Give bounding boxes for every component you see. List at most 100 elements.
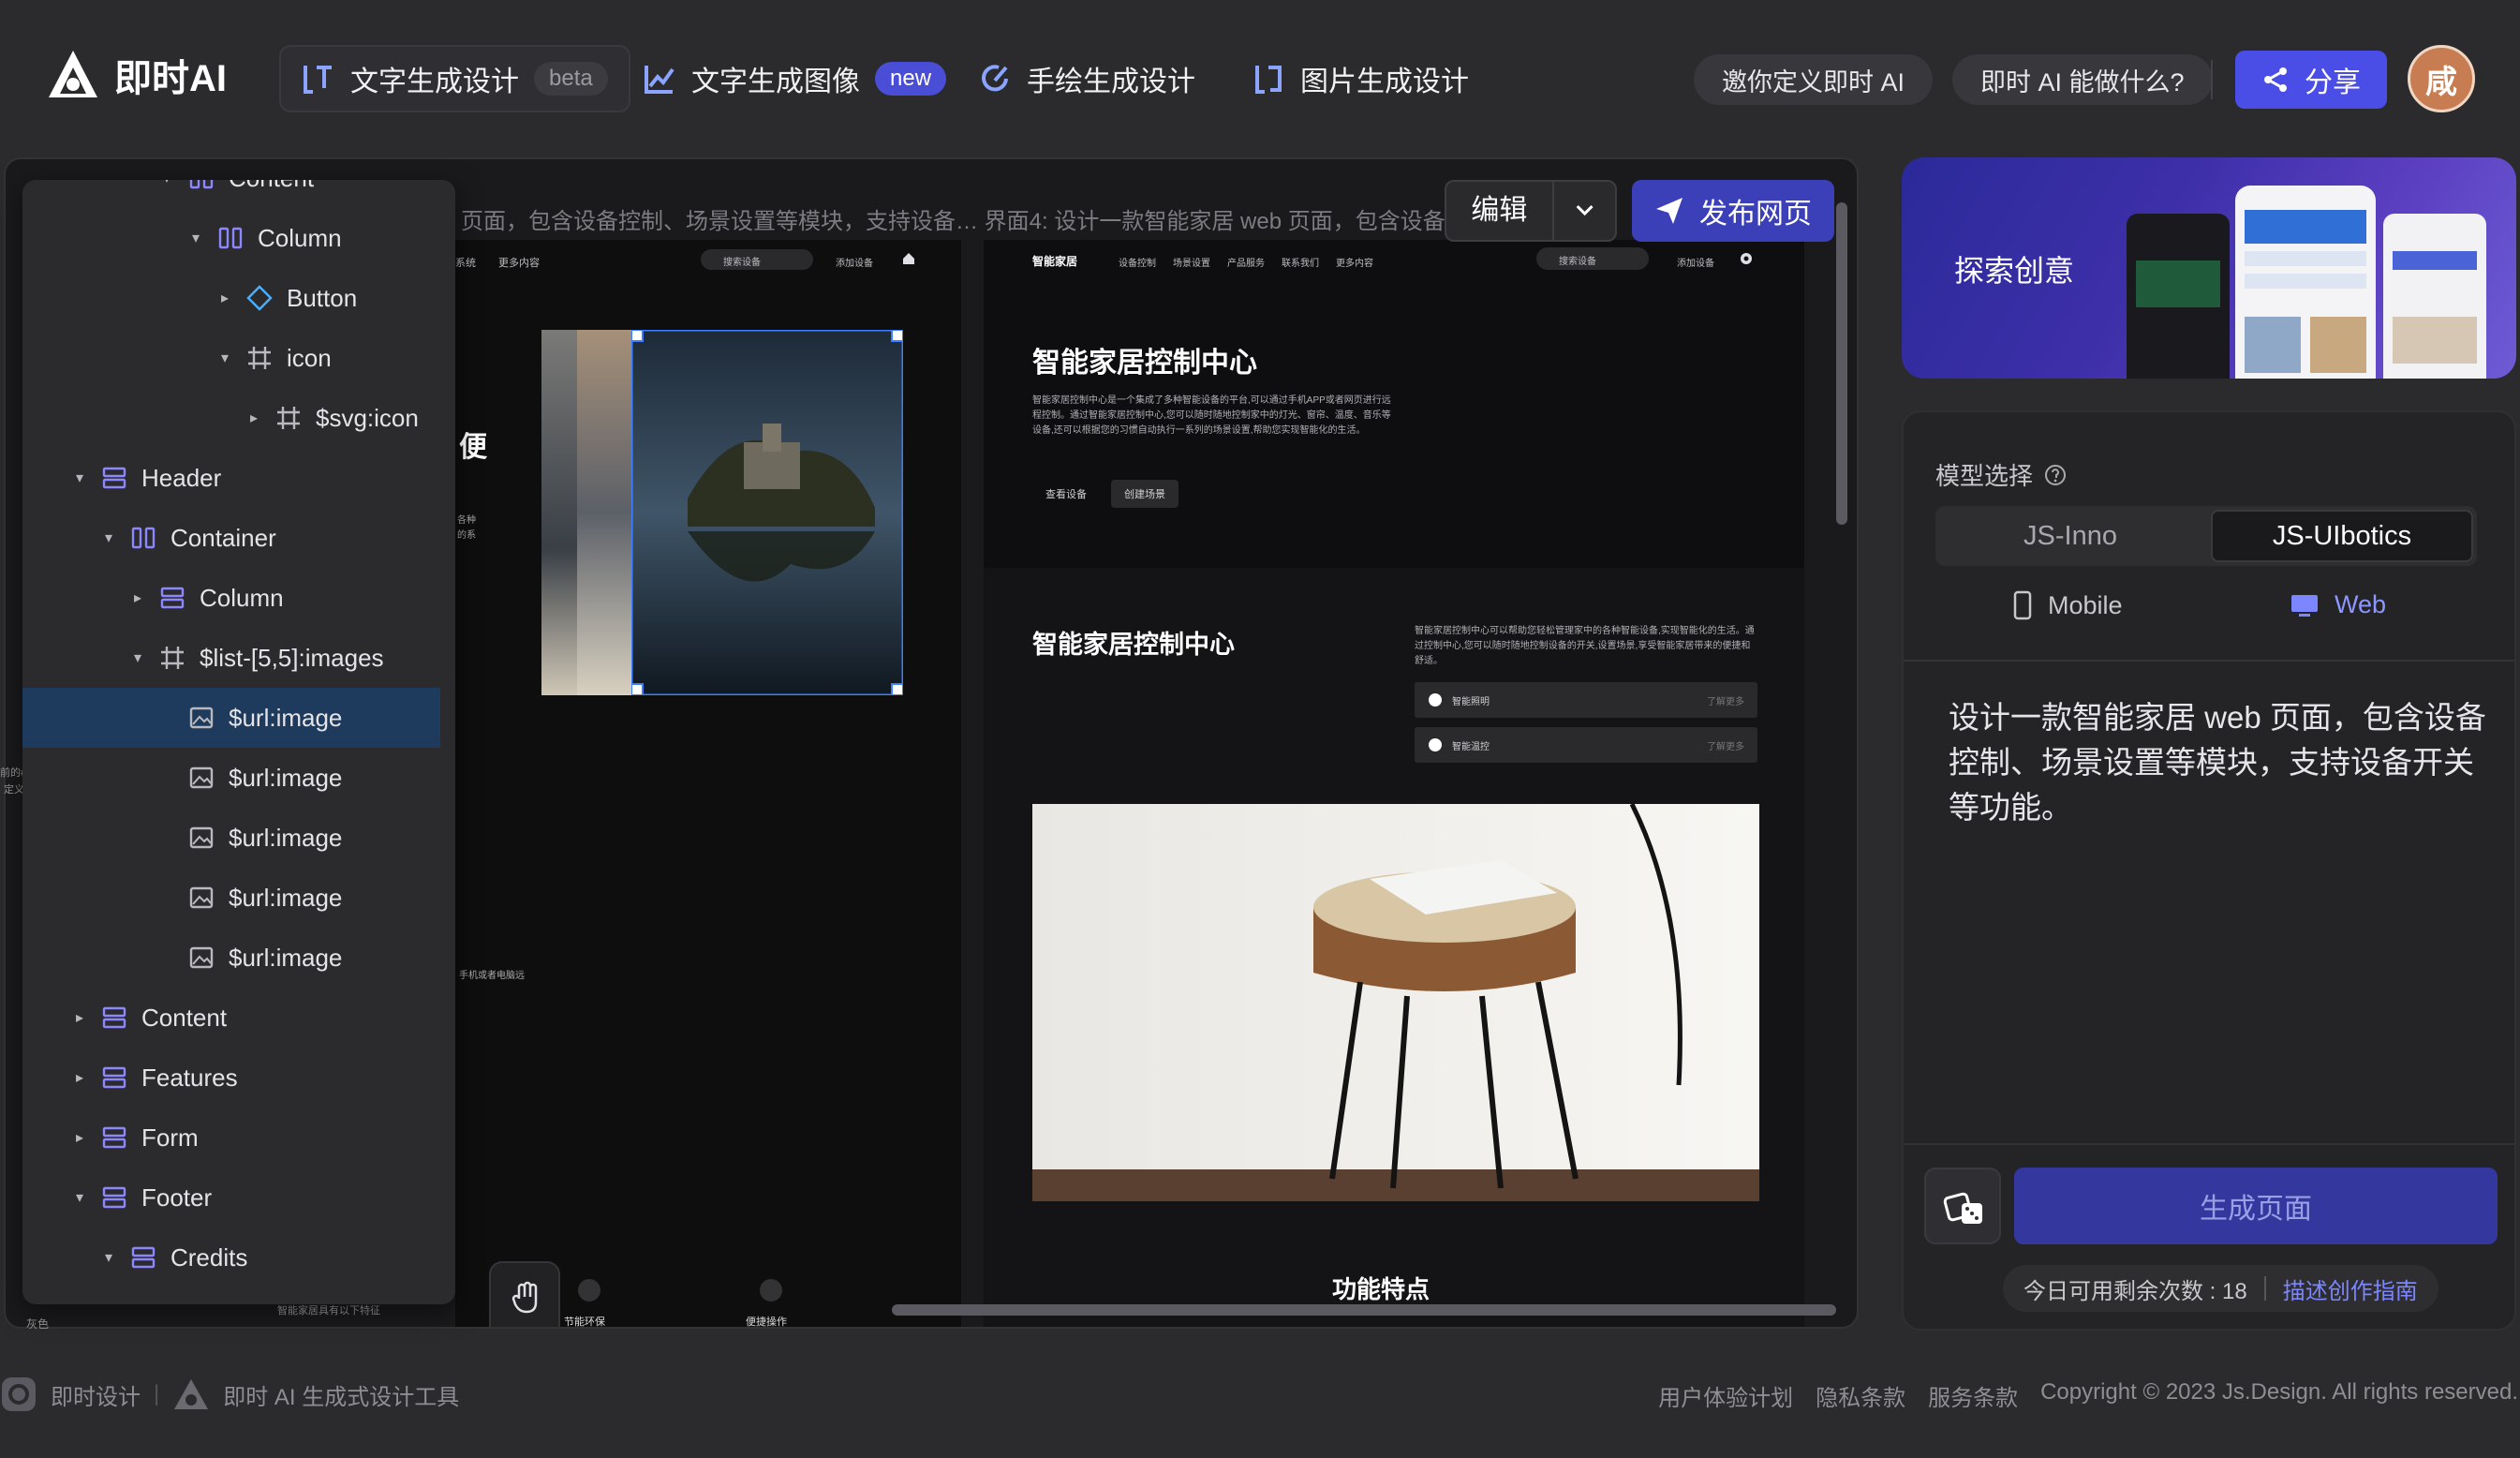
publish-button[interactable]: 发布网页 [1632,180,1834,242]
footer-brand-1[interactable]: 即时设计 [51,1378,141,1411]
what-ai-can-do-button[interactable]: 即时 AI 能做什么? [1952,54,2213,105]
caret-down-icon[interactable]: ▾ [70,1188,89,1207]
layer-item[interactable]: $url:image [22,928,440,988]
row-layout-icon [102,1186,126,1209]
device-row-thermostat[interactable]: 智能温控 了解更多 [1415,727,1757,763]
guide-link[interactable]: 描述创作指南 [2283,1272,2418,1305]
device-row-lighting[interactable]: 智能照明 了解更多 [1415,682,1757,718]
tab-sketch-to-design[interactable]: 手绘生成设计 [978,45,1195,112]
footer-link-terms[interactable]: 服务条款 [1928,1379,2018,1412]
model-option-uibotics[interactable]: JS-UIbotics [2211,510,2473,562]
caret-right-icon[interactable]: ▸ [128,588,147,607]
device-mobile-option[interactable]: Mobile [2012,590,2123,620]
phone-mockups-image [2127,186,2486,379]
layer-label: Header [141,463,222,492]
frame-b-add-device[interactable]: 添加设备 [1677,255,1714,269]
caret-down-icon[interactable]: ▾ [70,469,89,487]
avatar[interactable]: 咸 [2408,45,2475,112]
frame-b-nav-3[interactable]: 产品服务 [1227,255,1265,269]
frame-page-a[interactable]: 系统 更多内容 搜索设备 添加设备 便 各种 的系 手机或者电脑远 智能家居具有… [277,240,961,1327]
layer-item[interactable]: ▾ Content [22,180,440,208]
layer-item[interactable]: $url:image [22,688,440,748]
frame-b-search[interactable]: 搜索设备 [1536,247,1649,270]
view-devices-button[interactable]: 查看设备 [1032,480,1100,508]
tab-text-to-design[interactable]: 文字生成设计 beta [279,45,630,112]
layer-item[interactable]: ▾ Column [22,208,440,268]
frame-a-add-device[interactable]: 添加设备 [836,255,873,269]
layer-item[interactable]: $url:image [22,748,440,808]
device-row-more[interactable]: 了解更多 [1707,738,1744,752]
frame-b-nav-1[interactable]: 设备控制 [1119,255,1156,269]
explore-banner[interactable]: 探索创意 [1902,157,2516,379]
invite-button[interactable]: 邀你定义即时 AI [1694,54,1934,105]
layer-item[interactable]: ▸ Column [22,568,440,628]
hand-tool-icon[interactable] [508,1278,545,1316]
horizontal-scrollbar[interactable] [892,1304,1836,1316]
layer-label: $url:image [229,823,343,852]
caret-down-icon[interactable]: ▾ [99,528,118,547]
caret-down-icon[interactable]: ▾ [128,648,147,667]
vertical-scrollbar[interactable] [1836,202,1847,525]
layer-item[interactable]: ▾ Header [22,448,440,508]
row-layout-icon [102,1066,126,1089]
random-prompt-button[interactable] [1924,1168,2001,1244]
edit-button[interactable]: 编辑 [1445,180,1617,242]
caret-right-icon[interactable]: ▸ [70,1128,89,1147]
layer-item[interactable]: ▸ Form [22,1108,440,1168]
caret-right-icon[interactable]: ▸ [70,1068,89,1087]
tab-text-to-image[interactable]: 文字生成图像 new [643,45,947,112]
layer-item[interactable]: $url:image [22,808,440,868]
generate-page-button[interactable]: 生成页面 [2014,1168,2498,1244]
layer-label: Button [287,283,358,312]
layer-item[interactable]: ▸ Button [22,268,440,328]
layer-item[interactable]: ▾ Credits [22,1227,440,1287]
stool-photo[interactable] [1032,804,1759,1201]
caret-right-icon[interactable]: ▸ [70,1008,89,1027]
frame-a-search[interactable]: 搜索设备 [701,249,813,270]
model-option-inno[interactable]: JS-Inno [1939,510,2201,562]
caret-down-icon[interactable]: ▾ [186,229,205,247]
device-web-option[interactable]: Web [2290,590,2386,619]
layer-item[interactable]: ▾ Container [22,508,440,568]
jsai-logo-icon [174,1379,209,1409]
frame-b-nav-4[interactable]: 联系我们 [1282,255,1319,269]
row-layout-icon [131,1246,156,1269]
chevron-down-icon[interactable] [1554,192,1615,230]
layer-panel[interactable]: ▾ Content ▾ Column ▸ Button ▾ icon ▸ $svg:icon ▾ He… [22,180,455,1304]
prompt-textarea[interactable]: 设计一款智能家居 web 页面，包含设备控制、场景设置等模块，支持设备开关等功能… [1949,695,2488,830]
edit-label: 编辑 [1446,182,1554,240]
caret-right-icon[interactable]: ▸ [215,289,234,307]
caret-right-icon[interactable]: ▸ [245,409,263,427]
device-row-more[interactable]: 了解更多 [1707,693,1744,707]
frame-a-heading-fragment: 便 [459,432,487,463]
footer-link-privacy[interactable]: 隐私条款 [1816,1379,1905,1412]
frame-b-nav-5[interactable]: 更多内容 [1336,255,1373,269]
settings-gear-icon[interactable] [1739,251,1754,266]
frame-page-b[interactable]: 智能家居 设备控制 场景设置 产品服务 联系我们 更多内容 搜索设备 添加设备 … [984,240,1804,1327]
frame-b-nav-2[interactable]: 场景设置 [1173,255,1210,269]
layer-item[interactable]: ▸ Content [22,988,440,1048]
footer-brand-2[interactable]: 即时 AI 生成式设计工具 [223,1378,459,1411]
layer-item[interactable]: ▾ $list-[5,5]:images [22,628,440,688]
home-icon[interactable] [901,251,916,266]
frame-b-logo[interactable]: 智能家居 [1032,253,1077,269]
footer-link-ux-plan[interactable]: 用户体验计划 [1658,1379,1793,1412]
help-icon[interactable] [2044,464,2067,486]
caret-down-icon[interactable]: ▾ [157,180,176,187]
layer-item[interactable]: ▾ Footer [22,1168,440,1227]
selected-lake-image[interactable] [631,330,903,695]
tab-image-to-design[interactable]: 图片生成设计 [1252,45,1469,112]
share-button[interactable]: 分享 [2235,51,2387,109]
gallery-image-back-2[interactable] [577,330,633,695]
caret-down-icon[interactable]: ▾ [215,349,234,367]
caret-down-icon[interactable]: ▾ [99,1248,118,1267]
layer-item[interactable]: ▾ icon [22,328,440,388]
app-logo[interactable]: 即时AI [45,47,227,103]
layer-item[interactable]: $url:image [22,868,440,928]
frame-a-small-text-1: 各种 [457,515,476,526]
mobile-icon [2013,590,2032,620]
create-scene-button[interactable]: 创建场景 [1111,480,1178,508]
canvas-caption: 页面，包含设备控制、场景设置等模块，支持设备… 界面4: 设计一款智能家居 we… [461,209,1445,234]
layer-item[interactable]: ▸ $svg:icon [22,388,440,448]
layer-item[interactable]: ▸ Features [22,1048,440,1108]
